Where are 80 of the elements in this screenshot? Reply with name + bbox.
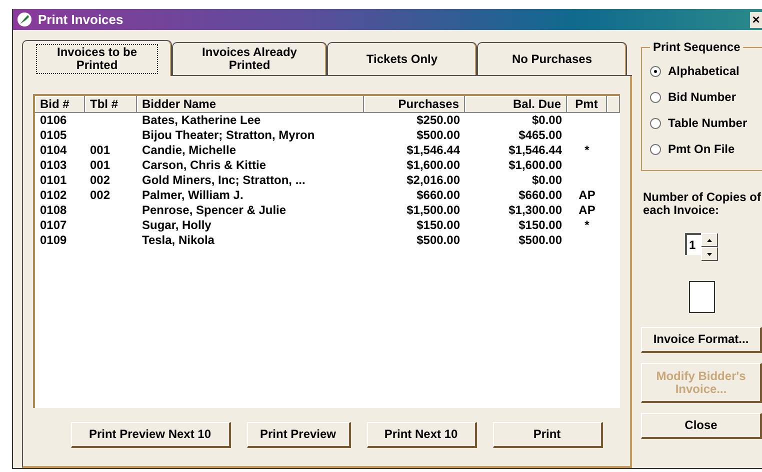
print-button[interactable]: Print Preview Next 10	[70, 422, 230, 448]
table-cell-text: 0103	[39, 158, 68, 173]
table-cell-text: $1,600.00	[508, 158, 563, 173]
tab[interactable]: Invoices to be Printed	[22, 40, 172, 76]
table-cell-text: 0104	[39, 143, 68, 158]
table-cell-text: $2,016.00	[406, 173, 461, 188]
close-button[interactable]: ×	[750, 12, 762, 28]
side-button[interactable]: Invoice Format...	[641, 327, 762, 353]
print-button[interactable]: Print	[492, 422, 602, 448]
column-header[interactable]: Purchases	[364, 96, 465, 113]
copies-field[interactable]: 1	[685, 233, 701, 255]
radio-option[interactable]: Bid Number	[650, 84, 762, 110]
table-cell-text: 002	[89, 173, 112, 188]
table-cell-text: $1,546.44	[508, 143, 563, 158]
preview-box	[688, 281, 714, 313]
table-cell-text: Penrose, Spencer & Julie	[141, 203, 288, 218]
table-cell-text: 0109	[39, 233, 68, 248]
table-cell-text: Sugar, Holly	[141, 218, 212, 233]
down-arrow-icon	[707, 252, 712, 256]
side-button[interactable]: Close	[641, 413, 762, 439]
radio-icon[interactable]	[650, 144, 661, 154]
table-cell-text: $1,546.44	[406, 143, 461, 158]
table-cell-text: $500.00	[416, 128, 461, 143]
radio-option[interactable]: Pmt On File	[650, 136, 762, 162]
radio-icon[interactable]	[650, 118, 661, 128]
table-cell-text: *	[584, 218, 590, 233]
table-cell-text: $660.00	[416, 188, 461, 203]
radio-icon[interactable]	[650, 92, 661, 102]
window-title: Print Invoices	[38, 12, 124, 27]
table-cell-text: AP	[578, 203, 596, 218]
table-cell-text: $500.00	[518, 233, 563, 248]
radio-option[interactable]: Table Number	[650, 110, 762, 136]
table-cell-text: $660.00	[518, 188, 563, 203]
column-header[interactable]: Bidder Name	[137, 96, 364, 113]
table-cell-text: $500.00	[416, 233, 461, 248]
table-cell-text: 0106	[39, 113, 68, 128]
table-cell-text: *	[584, 143, 590, 158]
table-cell-text: $0.00	[530, 113, 563, 128]
table-cell-text: $465.00	[518, 128, 563, 143]
column-header[interactable]: Tbl #	[85, 96, 137, 113]
table-cell-text: $0.00	[530, 173, 563, 188]
table-cell-text: 0105	[39, 128, 68, 143]
column-header[interactable]: Pmt	[567, 96, 607, 113]
table-cell-text: Palmer, William J.	[141, 188, 244, 203]
radio-option[interactable]: Alphabetical	[650, 58, 762, 84]
table-cell-text: $1,300.00	[508, 203, 563, 218]
spin-down-button[interactable]	[701, 247, 718, 261]
table-cell-text: $150.00	[518, 218, 563, 233]
table-cell-text: Bates, Katherine Lee	[141, 113, 262, 128]
table-cell-text: $1,500.00	[406, 203, 461, 218]
table-cell-text: Tesla, Nikola	[141, 233, 216, 248]
table-cell-text: 0102	[39, 188, 68, 203]
spin-up-button[interactable]	[701, 233, 718, 247]
column-header[interactable]: Bal. Due	[465, 96, 567, 113]
copies-label: Number of Copies of each Invoice:	[642, 191, 762, 217]
column-header[interactable]: Bid #	[35, 96, 85, 113]
print-button[interactable]: Print Preview	[246, 422, 350, 448]
table-cell-text: 0108	[39, 203, 68, 218]
table-cell-text: Gold Miners, Inc; Stratton, ...	[141, 173, 306, 188]
column-header	[607, 96, 620, 113]
group-title: Print Sequence	[652, 40, 742, 54]
table-cell-text: Candie, Michelle	[141, 143, 238, 158]
up-arrow-icon	[707, 238, 712, 242]
table-cell-text: 001	[89, 158, 112, 173]
app-icon	[17, 12, 32, 27]
table-cell-text: 0107	[39, 218, 68, 233]
table-cell-text: $150.00	[416, 218, 461, 233]
tab[interactable]: No Purchases	[477, 42, 627, 76]
table-cell-text: 001	[89, 143, 112, 158]
radio-icon[interactable]	[650, 66, 661, 76]
tab[interactable]: Tickets Only	[327, 42, 477, 76]
tab[interactable]: Invoices Already Printed	[172, 42, 327, 76]
table-cell-text: 0101	[39, 173, 68, 188]
table-cell-text: AP	[578, 188, 596, 203]
table-cell-text: 002	[89, 188, 112, 203]
table-cell-text: Bijou Theater; Stratton, Myron	[141, 128, 316, 143]
table-cell-text: $250.00	[416, 113, 461, 128]
table-cell-text: Carson, Chris & Kittie	[141, 158, 268, 173]
print-button[interactable]: Print Next 10	[366, 422, 476, 448]
table-cell-text: $1,600.00	[406, 158, 461, 173]
